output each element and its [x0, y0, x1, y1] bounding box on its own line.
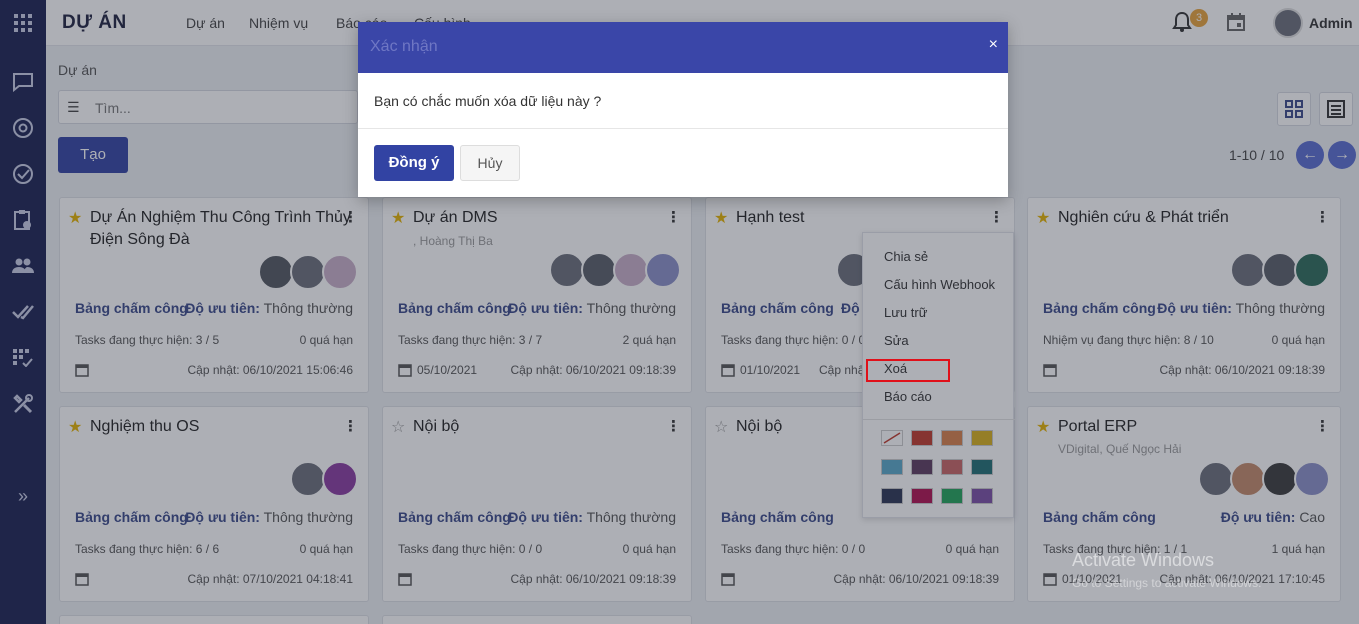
- dialog-title: Xác nhận: [370, 38, 438, 55]
- activation-watermark: Activate Windows: [1072, 550, 1215, 570]
- cancel-button[interactable]: Hủy: [460, 145, 520, 181]
- confirm-dialog: Xác nhận × Bạn có chắc muốn xóa dữ liệu …: [358, 22, 1008, 197]
- dialog-divider: [358, 128, 1008, 129]
- close-icon[interactable]: ×: [989, 36, 998, 54]
- activation-watermark-subtext: Go to Settings to activate Windows.: [1072, 576, 1262, 590]
- dialog-message: Bạn có chắc muốn xóa dữ liệu này ?: [374, 93, 602, 109]
- highlight-box: [866, 359, 950, 382]
- dialog-header: Xác nhận ×: [358, 22, 1008, 73]
- confirm-button[interactable]: Đồng ý: [374, 145, 454, 181]
